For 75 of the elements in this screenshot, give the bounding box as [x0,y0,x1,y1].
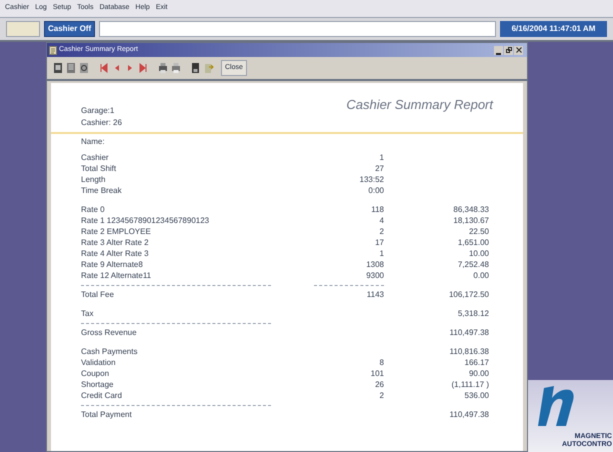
close-icon [516,47,522,53]
last-page-icon[interactable] [138,62,148,74]
restore-button[interactable] [504,46,513,54]
row-label: Credit Card [81,390,123,401]
printer-icon[interactable] [171,62,181,74]
row-amount: 166.17 [464,358,489,367]
row-amount: 18,130.67 [453,216,489,225]
row-label: Rate 4 Alter Rate 3 [81,248,150,259]
row-amount: 106,172.50 [448,290,489,299]
report-title: Cashier Summary Report [346,96,493,114]
logo-mark-icon [538,384,576,428]
row-amount: 110,816.38 [450,347,489,356]
row-label: Length [81,174,106,185]
row-label: Gross Revenue [81,327,138,338]
row-amount: 110,497.38 [450,410,489,419]
row-count: 26 [375,380,384,389]
row-count: 1 [380,249,384,258]
row-amount: 0.00 [473,271,489,280]
row-count: 118 [371,205,384,214]
name-label: Name: [81,137,105,146]
row-count: 133:52 [360,175,384,184]
row-label: Coupon [81,368,110,379]
row-amount: 5,318.12 [458,309,489,318]
date-time-display: 6/16/2004 11:47:01 AM [500,21,607,37]
row-count: 8 [380,358,384,367]
row-amount: 90.00 [468,369,489,378]
row-label: Rate 0 [81,204,106,215]
row-label: Time Break [81,185,123,196]
row-amount: 10.00 [468,249,489,258]
row-label: Rate 1 12345678901234567890123 [81,215,210,226]
minimize-button[interactable] [494,46,503,54]
row-label: Cash Payments [81,346,138,357]
row-label: Rate 9 Alternate8 [81,259,144,270]
row-count: 1143 [366,290,384,299]
row-amount: 86,348.33 [453,205,489,214]
row-count: 101 [370,369,384,378]
row-count: 0:00 [368,186,384,195]
row-amount: (1,111.17 ) [451,380,489,389]
row-label: Total Fee [81,289,115,300]
row-amount: 1,651.00 [458,238,489,247]
input-field[interactable] [99,21,496,37]
row-count: 27 [375,164,384,173]
row-label: Validation [81,357,117,368]
cashier-off-button[interactable]: Cashier Off [44,21,96,37]
row-label: Shortage [81,379,114,390]
printer-icon[interactable] [158,62,168,74]
garage-label: Garage:1 [81,105,116,117]
page-icon[interactable] [79,62,89,74]
row-count: 1 [380,153,384,162]
restore-icon [506,47,512,53]
row-amount: 22.50 [468,227,489,236]
row-amount: 7,252.48 [458,260,489,269]
row-label: Rate 12 Alternate11 [81,270,152,281]
first-page-icon[interactable] [99,62,109,74]
row-label: Total Payment [81,409,133,420]
row-count: 2 [380,227,384,236]
row-label: Rate 3 Alter Rate 2 [81,237,150,248]
cashier-label: Cashier: 26 [81,117,122,129]
page-icon[interactable] [53,62,63,74]
row-label: Total Shift [81,163,118,174]
row-count: 2 [380,391,384,400]
row-count: 9300 [366,271,384,280]
document-icon [49,46,57,54]
row-count: 1308 [366,260,384,269]
row-amount: 110,497.38 [450,328,489,337]
minimize-icon [496,52,501,54]
row-amount: 536.00 [464,391,489,400]
indicator-box [6,21,40,37]
row-label: Tax [81,308,94,319]
row-label: Cashier [81,152,110,163]
export-icon[interactable] [191,62,201,74]
row-count: 4 [380,216,384,225]
row-count: 17 [375,238,384,247]
close-button[interactable] [514,46,523,54]
row-label: Rate 2 EMPLOYEE [81,226,152,237]
